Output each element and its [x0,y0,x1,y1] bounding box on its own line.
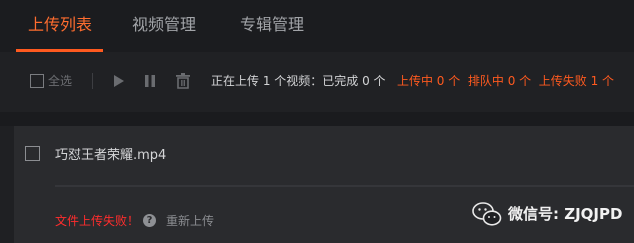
file-name: 巧怼王者荣耀.mp4 [55,148,167,163]
upload-toolbar: 全选 正在上传 1 个视频：已完成 0 个 上传中 0 个 排队中 0 个 上传… [0,52,634,112]
tab-bar: 上传列表 视频管理 专辑管理 [0,0,634,52]
trash-icon[interactable] [173,71,193,91]
wechat-icon [472,202,502,226]
select-all-label[interactable]: 全选 [48,72,72,90]
select-all-checkbox[interactable] [30,74,44,88]
watermark-text: 微信号: ZJQJPD [508,205,623,223]
upload-status: 正在上传 1 个视频：已完成 0 个 上传中 0 个 排队中 0 个 上传失败 … [211,72,614,90]
toolbar-divider [92,73,93,89]
wechat-watermark: 微信号: ZJQJPD [472,199,622,229]
status-uploading-count: 上传中 0 个 [396,74,461,88]
tab-upload-list[interactable]: 上传列表 [28,13,92,37]
tab-video-management[interactable]: 视频管理 [132,13,196,37]
status-failed-count: 上传失败 1 个 [538,74,615,88]
pause-icon[interactable] [140,71,160,91]
file-checkbox[interactable] [25,146,40,161]
retry-upload-link[interactable]: 重新上传 [166,212,214,230]
status-summary: 正在上传 1 个视频：已完成 0 个 [211,74,386,88]
play-icon[interactable] [108,71,128,91]
help-icon[interactable]: ? [143,214,156,227]
tab-album-management[interactable]: 专辑管理 [240,13,304,37]
status-queued-count: 排队中 0 个 [467,74,532,88]
upload-progress-fill [55,185,594,187]
section-gap [0,112,634,126]
upload-progress-track [55,185,634,187]
upload-error-message: 文件上传失败！ [55,214,140,228]
